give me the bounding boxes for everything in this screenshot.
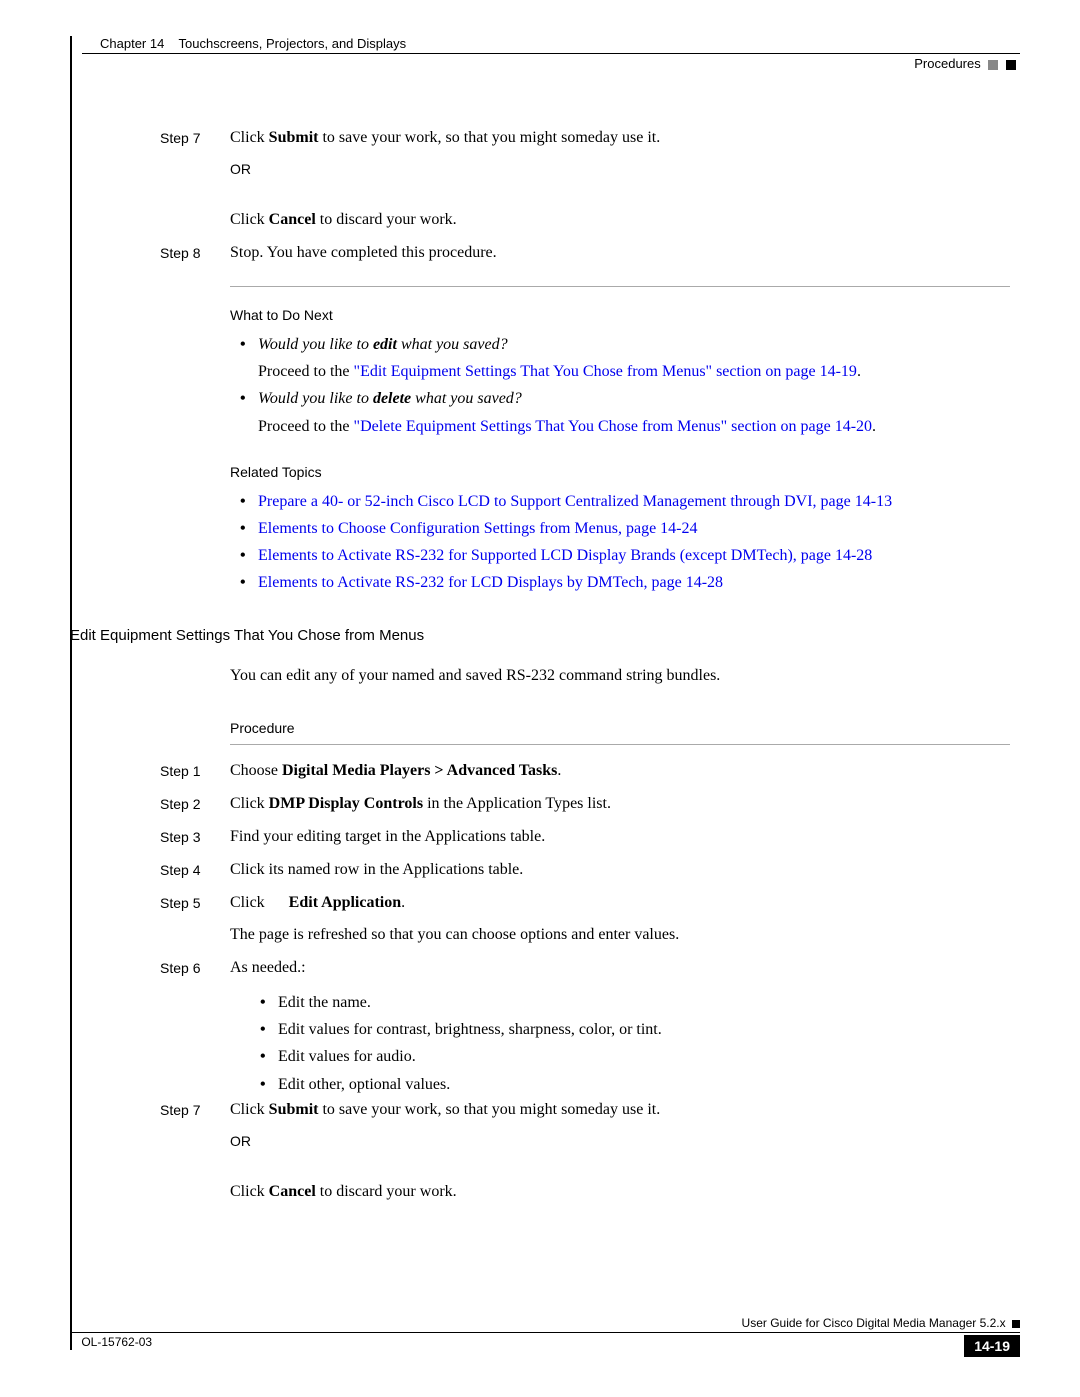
intro-text: You can edit any of your named and saved… xyxy=(230,664,1010,689)
or-label-2: OR xyxy=(230,1131,1010,1153)
cancel-line: Click Cancel to discard your work. xyxy=(230,208,1010,233)
header-rule xyxy=(82,53,1020,54)
footer-doc-id: OL-15762-03 xyxy=(81,1335,152,1349)
list-item: • Elements to Activate RS-232 for Suppor… xyxy=(240,542,1010,569)
list-item: •Edit other, optional values. xyxy=(260,1071,1010,1098)
proc-step-6: Step 6 As needed.: xyxy=(160,956,1010,981)
step-label: Step 7 xyxy=(160,126,230,151)
proc-step-3: Step 3 Find your editing target in the A… xyxy=(160,825,1010,850)
section-heading-edit-equipment: Edit Equipment Settings That You Chose f… xyxy=(70,627,1010,644)
left-margin-bar xyxy=(70,36,72,1347)
list-item: • Elements to Activate RS-232 for LCD Di… xyxy=(240,569,1010,596)
header-square-black xyxy=(1006,60,1016,70)
list-item: •Edit values for contrast, brightness, s… xyxy=(260,1016,1010,1043)
list-item: • Prepare a 40- or 52-inch Cisco LCD to … xyxy=(240,488,1010,515)
step-label: Step 8 xyxy=(160,241,230,266)
page-footer: User Guide for Cisco Digital Media Manag… xyxy=(70,1316,1020,1357)
header-right-label: Procedures xyxy=(70,56,1016,71)
header-square-grey xyxy=(988,60,998,70)
proc-step-4: Step 4 Click its named row in the Applic… xyxy=(160,858,1010,883)
step-5-note: The page is refreshed so that you can ch… xyxy=(230,923,1010,948)
step-text: Stop. You have completed this procedure. xyxy=(230,241,1010,266)
what-to-do-next-heading: What to Do Next xyxy=(230,307,1010,323)
or-label: OR xyxy=(230,159,1010,181)
footer-square-icon xyxy=(1012,1320,1020,1328)
footer-bar-icon xyxy=(70,1336,72,1350)
cancel-line-2: Click Cancel to discard your work. xyxy=(230,1180,1010,1205)
related-link-1[interactable]: Prepare a 40- or 52-inch Cisco LCD to Su… xyxy=(258,488,1010,515)
proc-step-2: Step 2 Click DMP Display Controls in the… xyxy=(160,792,1010,817)
list-item: • Elements to Choose Configuration Setti… xyxy=(240,515,1010,542)
list-item: •Edit the name. xyxy=(260,989,1010,1016)
list-item: •Edit values for audio. xyxy=(260,1043,1010,1070)
chapter-number: Chapter 14 xyxy=(100,36,164,51)
proc-step-1: Step 1 Choose Digital Media Players > Ad… xyxy=(160,759,1010,784)
link-delete-section[interactable]: "Delete Equipment Settings That You Chos… xyxy=(354,418,872,435)
related-link-4[interactable]: Elements to Activate RS-232 for LCD Disp… xyxy=(258,569,1010,596)
procedure-heading: Procedure xyxy=(230,720,1010,736)
page-number: 14-19 xyxy=(964,1335,1020,1357)
section-rule xyxy=(230,286,1010,287)
related-topics-heading: Related Topics xyxy=(230,464,1010,480)
procedures-text: Procedures xyxy=(914,56,980,71)
link-edit-section[interactable]: "Edit Equipment Settings That You Chose … xyxy=(354,363,857,380)
list-item: • Would you like to delete what you save… xyxy=(240,385,1010,439)
proc-step-5: Step 5 Click Edit Application. xyxy=(160,891,1010,916)
related-link-3[interactable]: Elements to Activate RS-232 for Supporte… xyxy=(258,542,1010,569)
proc-step-7: Step 7 Click Submit to save your work, s… xyxy=(160,1098,1010,1123)
step-7: Step 7 Click Submit to save your work, s… xyxy=(160,126,1010,151)
step-8: Step 8 Stop. You have completed this pro… xyxy=(160,241,1010,266)
footer-guide-title: User Guide for Cisco Digital Media Manag… xyxy=(742,1316,1006,1330)
procedure-rule xyxy=(230,744,1010,745)
related-link-2[interactable]: Elements to Choose Configuration Setting… xyxy=(258,515,1010,542)
chapter-title: Touchscreens, Projectors, and Displays xyxy=(179,36,407,51)
list-item: • Would you like to edit what you saved?… xyxy=(240,331,1010,385)
footer-rule xyxy=(70,1332,1020,1333)
step-text: Click Submit to save your work, so that … xyxy=(230,126,1010,151)
chapter-header: Chapter 14 Touchscreens, Projectors, and… xyxy=(100,36,1020,51)
